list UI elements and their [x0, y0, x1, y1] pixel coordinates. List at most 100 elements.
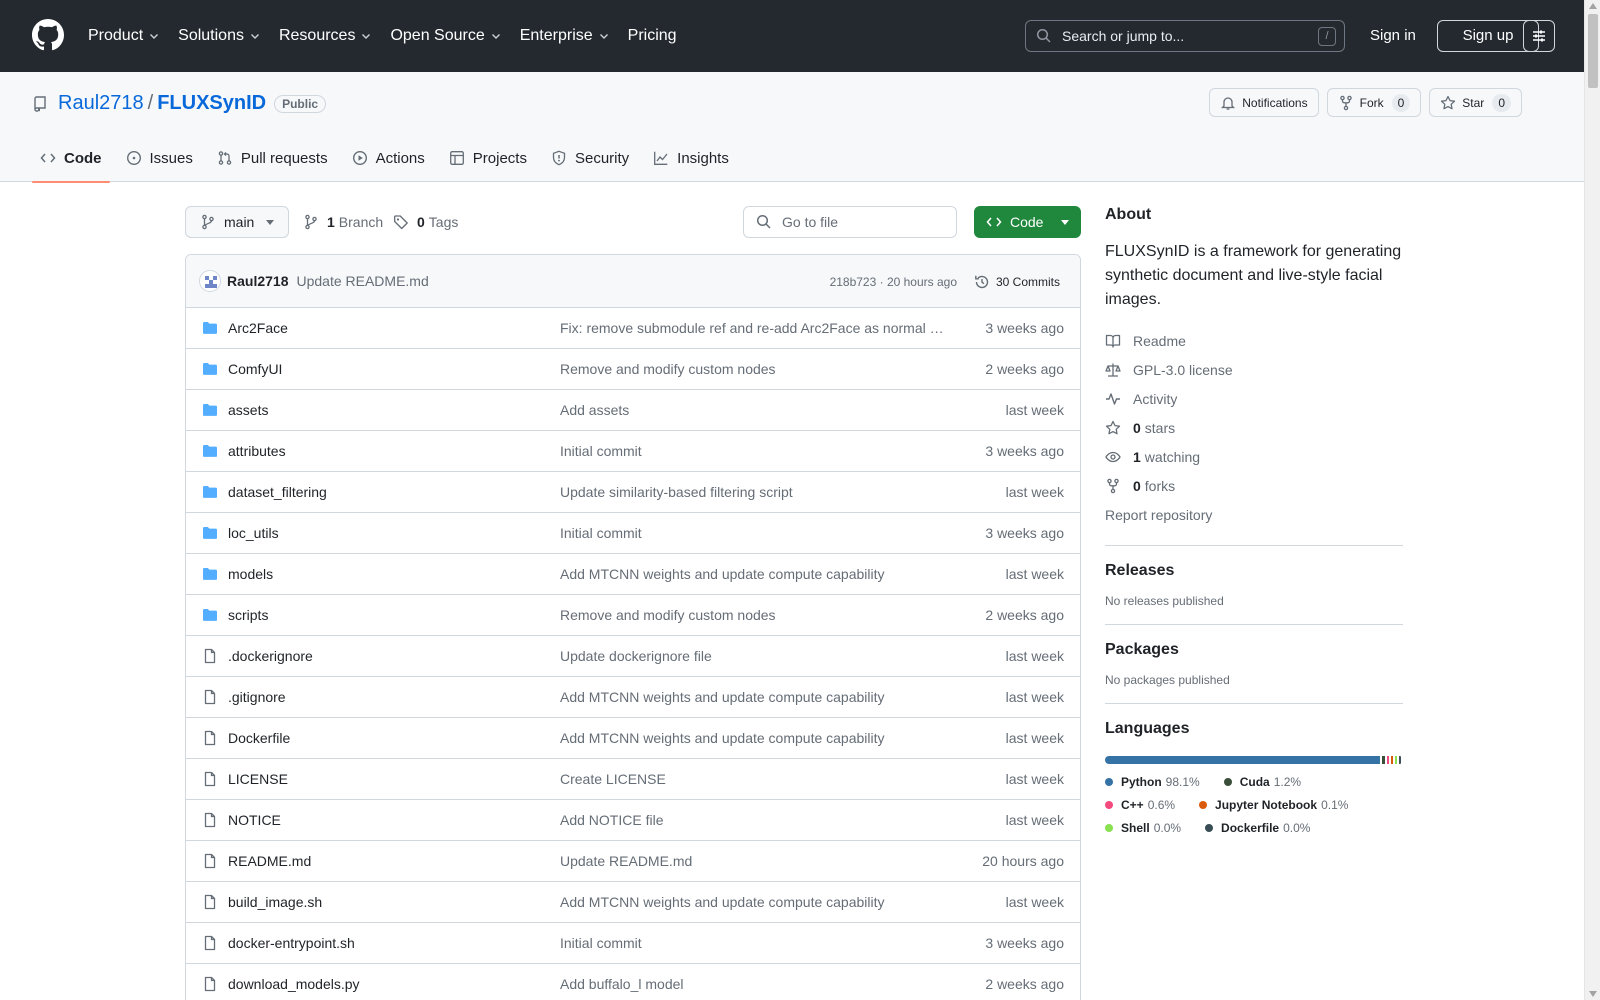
file-row[interactable]: .gitignore Add MTCNN weights and update c…	[186, 677, 1080, 718]
file-name[interactable]: dataset_filtering	[228, 484, 327, 500]
branches-link[interactable]: 1 Branch	[303, 206, 383, 238]
file-name[interactable]: models	[228, 566, 273, 582]
file-row[interactable]: assets Add assets last week	[186, 390, 1080, 431]
file-name[interactable]: assets	[228, 402, 268, 418]
nav-open-source[interactable]: Open Source	[390, 27, 501, 45]
file-name[interactable]: build_image.sh	[228, 894, 322, 910]
file-row[interactable]: .dockerignore Update dockerignore file las…	[186, 636, 1080, 677]
file-row[interactable]: ComfyUI Remove and modify custom nodes 2 w…	[186, 349, 1080, 390]
commit-author[interactable]: Raul2718	[227, 273, 288, 289]
fork-button[interactable]: Fork 0	[1326, 88, 1422, 117]
commits-link[interactable]: 30 Commits	[974, 255, 1060, 308]
file-row[interactable]: attributes Initial commit 3 weeks ago	[186, 431, 1080, 472]
watching-link[interactable]: 1 watching	[1105, 442, 1403, 471]
nav-product[interactable]: Product	[88, 27, 160, 45]
language-item[interactable]: Cuda 1.2%	[1223, 770, 1301, 793]
repo-owner-link[interactable]: Raul2718	[58, 92, 144, 115]
commit-message[interactable]: Update README.md	[296, 273, 428, 289]
tab-insights[interactable]: Insights	[645, 134, 737, 182]
nav-enterprise[interactable]: Enterprise	[520, 27, 610, 45]
avatar[interactable]	[199, 270, 221, 292]
language-item[interactable]: Dockerfile 0.0%	[1205, 816, 1310, 839]
file-row[interactable]: download_models.py Add buffalo_l model 2 w…	[186, 964, 1080, 1000]
language-bar-segment[interactable]	[1381, 756, 1385, 764]
file-name[interactable]: scripts	[228, 607, 268, 623]
file-commit-message[interactable]: Add MTCNN weights and update compute cap…	[560, 730, 944, 746]
scroll-down-arrow[interactable]	[1589, 991, 1597, 997]
language-item[interactable]: C++ 0.6%	[1105, 793, 1175, 816]
language-item[interactable]: Jupyter Notebook 0.1%	[1199, 793, 1348, 816]
tab-projects[interactable]: Projects	[441, 134, 535, 182]
tab-actions[interactable]: Actions	[344, 134, 433, 182]
file-commit-message[interactable]: Remove and modify custom nodes	[560, 361, 944, 377]
page-scrollbar[interactable]	[1584, 0, 1600, 1000]
forks-link[interactable]: 0 forks	[1105, 471, 1403, 500]
commit-meta[interactable]: 218b723 · 20 hours ago	[830, 255, 957, 308]
sign-in-link[interactable]: Sign in	[1370, 20, 1416, 52]
activity-link[interactable]: Activity	[1105, 384, 1403, 413]
language-item[interactable]: Python 98.1%	[1105, 770, 1200, 793]
repo-name-link[interactable]: FLUXSynID	[157, 92, 266, 115]
file-commit-message[interactable]: Add buffalo_l model	[560, 976, 944, 992]
tab-issues[interactable]: Issues	[118, 134, 201, 182]
file-row[interactable]: scripts Remove and modify custom nodes 2 w…	[186, 595, 1080, 636]
file-name[interactable]: download_models.py	[228, 976, 360, 992]
stars-link[interactable]: 0 stars	[1105, 413, 1403, 442]
file-commit-message[interactable]: Initial commit	[560, 935, 944, 951]
file-commit-message[interactable]: Initial commit	[560, 525, 944, 541]
file-name[interactable]: NOTICE	[228, 812, 281, 828]
scroll-thumb[interactable]	[1588, 14, 1598, 88]
file-commit-message[interactable]: Update similarity-based filtering script	[560, 484, 944, 500]
nav-solutions[interactable]: Solutions	[178, 27, 261, 45]
file-commit-message[interactable]: Update dockerignore file	[560, 648, 944, 664]
language-bar-segment[interactable]	[1105, 756, 1380, 764]
file-name[interactable]: ComfyUI	[228, 361, 282, 377]
file-name[interactable]: Dockerfile	[228, 730, 290, 746]
language-bar-segment[interactable]	[1395, 756, 1397, 764]
tab-code[interactable]: Code	[32, 134, 110, 183]
nav-pricing[interactable]: Pricing	[628, 27, 677, 45]
file-row[interactable]: models Add MTCNN weights and update compu…	[186, 554, 1080, 595]
file-name[interactable]: .dockerignore	[228, 648, 313, 664]
file-row[interactable]: README.md Update README.md 20 hours ago	[186, 841, 1080, 882]
language-bar-segment[interactable]	[1387, 756, 1389, 764]
report-repository-link[interactable]: Report repository	[1105, 500, 1403, 529]
tags-link[interactable]: 0 Tags	[393, 206, 458, 238]
file-name[interactable]: docker-entrypoint.sh	[228, 935, 355, 951]
file-commit-message[interactable]: Initial commit	[560, 443, 944, 459]
file-row[interactable]: NOTICE Add NOTICE file last week	[186, 800, 1080, 841]
star-button[interactable]: Star 0	[1429, 88, 1522, 117]
packages-title[interactable]: Packages	[1105, 641, 1403, 659]
branch-selector[interactable]: main	[185, 206, 289, 238]
menu-button[interactable]	[1523, 20, 1555, 52]
language-item[interactable]: Shell 0.0%	[1105, 816, 1181, 839]
file-commit-message[interactable]: Add MTCNN weights and update compute cap…	[560, 894, 944, 910]
file-commit-message[interactable]: Add MTCNN weights and update compute cap…	[560, 566, 944, 582]
file-row[interactable]: Arc2Face Fix: remove submodule ref and re…	[186, 308, 1080, 349]
github-logo-icon[interactable]	[32, 19, 64, 51]
file-name[interactable]: loc_utils	[228, 525, 279, 541]
file-commit-message[interactable]: Add MTCNN weights and update compute cap…	[560, 689, 944, 705]
releases-title[interactable]: Releases	[1105, 562, 1403, 580]
file-name[interactable]: LICENSE	[228, 771, 288, 787]
file-row[interactable]: docker-entrypoint.sh Initial commit 3 week…	[186, 923, 1080, 964]
file-row[interactable]: dataset_filtering Update similarity-based…	[186, 472, 1080, 513]
file-commit-message[interactable]: Add assets	[560, 402, 944, 418]
file-row[interactable]: LICENSE Create LICENSE last week	[186, 759, 1080, 800]
go-to-file-input[interactable]: Go to file	[743, 206, 957, 238]
file-commit-message[interactable]: Create LICENSE	[560, 771, 944, 787]
code-button[interactable]: Code	[974, 206, 1081, 238]
file-name[interactable]: attributes	[228, 443, 286, 459]
notifications-button[interactable]: Notifications	[1209, 88, 1319, 117]
tab-pull-requests[interactable]: Pull requests	[209, 134, 336, 182]
file-commit-message[interactable]: Fix: remove submodule ref and re-add Arc…	[560, 320, 944, 336]
nav-resources[interactable]: Resources	[279, 27, 372, 45]
language-bar-segment[interactable]	[1399, 756, 1401, 764]
language-bar-segment[interactable]	[1391, 756, 1393, 764]
tab-security[interactable]: Security	[543, 134, 637, 182]
file-name[interactable]: .gitignore	[228, 689, 286, 705]
readme-link[interactable]: Readme	[1105, 326, 1403, 355]
file-row[interactable]: loc_utils Initial commit 3 weeks ago	[186, 513, 1080, 554]
file-name[interactable]: README.md	[228, 853, 311, 869]
file-commit-message[interactable]: Remove and modify custom nodes	[560, 607, 944, 623]
